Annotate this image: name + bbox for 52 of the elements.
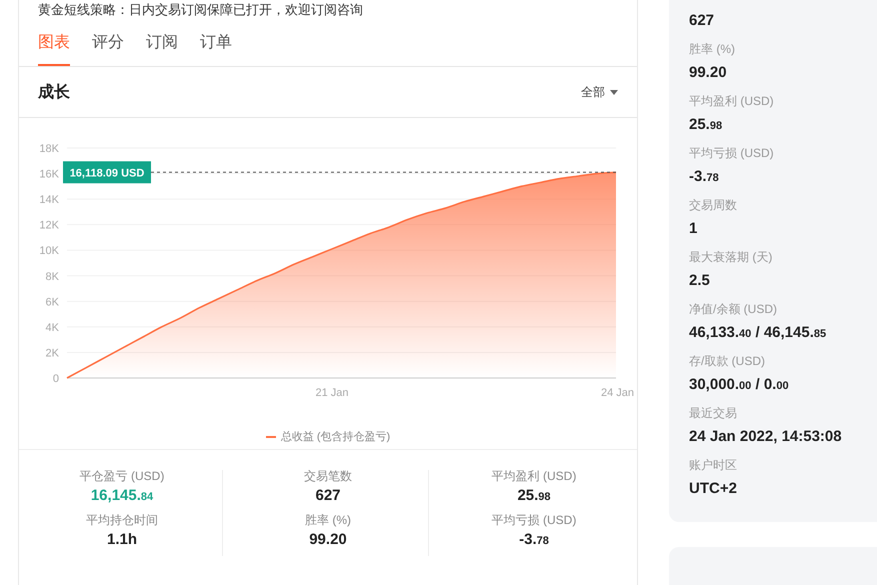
stat-value: 1.1h <box>106 531 138 548</box>
y-tick-label: 14K <box>39 194 59 206</box>
y-tick-label: 10K <box>39 245 59 258</box>
stat-value: 25.98 <box>516 487 552 504</box>
stat-value: 99.20 <box>308 531 348 548</box>
stat-label: 最近交易 <box>689 405 738 422</box>
y-tick-label: 6K <box>46 296 59 308</box>
value-tag-label: 16,118.09 USD <box>70 167 144 180</box>
stat-label: 胜率 (%) <box>304 512 352 529</box>
stat-value: -3.78 <box>689 168 720 185</box>
legend-label: 总收益 (包含持仓盈亏) <box>280 430 390 444</box>
range-dropdown[interactable]: 全部 <box>581 84 618 100</box>
stat-label: 交易笔数 <box>303 468 353 485</box>
stat-value: 16,145.84 <box>90 487 154 504</box>
stat-value: 1 <box>689 220 698 237</box>
stat-label: 平均亏损 (USD) <box>689 145 775 162</box>
stat-label: 平均盈利 (USD) <box>689 93 775 110</box>
stat-value: 46,133.40 / 46,145.85 <box>689 324 828 341</box>
y-tick-label: 0 <box>52 373 59 385</box>
x-tick-label: 24 Jan <box>600 387 634 399</box>
stat-value: 627 <box>689 12 716 29</box>
y-tick-label: 12K <box>39 220 59 232</box>
tab[interactable]: 订阅 <box>146 32 178 66</box>
y-tick-label: 4K <box>46 322 59 334</box>
y-tick-label: 8K <box>46 270 59 283</box>
y-tick-label: 16K <box>39 168 59 181</box>
stat-label: 账户时区 <box>689 457 738 474</box>
stat-label: 最大衰落期 (天) <box>689 249 774 266</box>
tab[interactable]: 评分 <box>92 32 124 66</box>
section-title: 成长 <box>38 82 70 102</box>
x-tick-label: 21 Jan <box>316 387 349 399</box>
stat-label: 平均持仓时间 <box>85 512 159 529</box>
tab[interactable]: 订单 <box>200 32 232 66</box>
stat-label: 胜率 (%) <box>689 41 736 58</box>
stat-value: UTC+2 <box>689 480 738 497</box>
stat-value: 2.5 <box>689 272 711 289</box>
stat-label: 存/取款 (USD) <box>689 353 766 370</box>
stat-value: 24 Jan 2022, 14:53:08 <box>689 428 843 445</box>
stat-label: 平均盈利 (USD) <box>490 468 578 485</box>
stat-label: 净值/余额 (USD) <box>689 301 778 318</box>
stat-value: 25.98 <box>689 116 724 133</box>
stat-value: 627 <box>314 487 342 504</box>
stat-label: 平均亏损 (USD) <box>490 512 578 529</box>
stat-value: 30,000.00 / 0.00 <box>689 376 790 393</box>
stat-value: -3.78 <box>518 531 550 548</box>
y-tick-label: 18K <box>39 143 59 155</box>
notice-text: 黄金短线策略：日内交易订阅保障已打开，欢迎订阅咨询 <box>37 1 364 18</box>
stat-label: 平仓盈亏 (USD) <box>78 468 166 485</box>
caret-icon <box>610 90 618 94</box>
stat-label: 交易周数 <box>689 197 738 214</box>
y-tick-label: 2K <box>46 347 59 360</box>
stat-value: 99.20 <box>689 64 728 81</box>
